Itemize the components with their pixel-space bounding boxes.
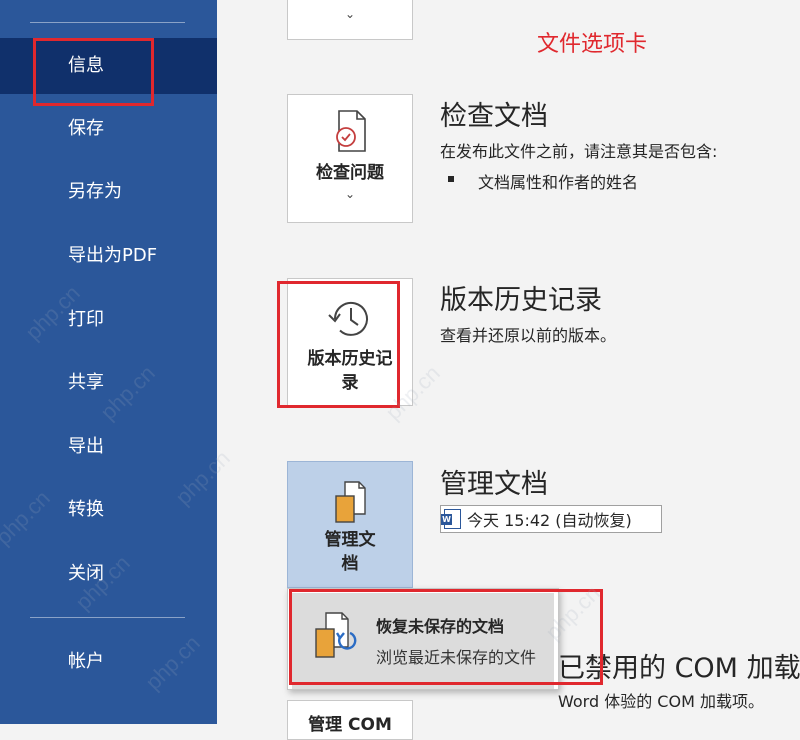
manage-com-button[interactable]: 管理 COM <box>287 700 413 740</box>
sidebar-item-info[interactable]: 信息 <box>0 38 217 94</box>
sidebar-item-label: 转换 <box>68 499 104 520</box>
manage-document-title: 管理文档 <box>440 469 548 500</box>
check-issues-label: 检查问题 <box>316 163 384 183</box>
version-history-desc: 查看并还原以前的版本。 <box>440 326 617 345</box>
check-issues-button[interactable]: 检查问题 ⌄ <box>287 94 413 223</box>
version-history-title: 版本历史记录 <box>440 285 602 316</box>
sidebar-divider <box>30 22 185 23</box>
recover-document-icon <box>315 612 357 658</box>
bullet-icon <box>448 176 454 182</box>
sidebar-item-save[interactable]: 保存 <box>0 101 217 157</box>
sidebar-item-label: 信息 <box>68 55 104 76</box>
annotation-file-tab: 文件选项卡 <box>537 32 648 57</box>
chevron-down-icon: ⌄ <box>344 187 356 201</box>
autosave-version-text: 今天 15:42 (自动恢复) <box>467 511 632 530</box>
version-history-label-line1: 版本历史记 <box>307 349 393 369</box>
version-history-label-line2: 录 <box>341 373 359 393</box>
inspect-document-desc: 在发布此文件之前，请注意其是否包含: <box>440 142 718 161</box>
inspect-bullet-item: 文档属性和作者的姓名 <box>478 173 639 192</box>
sidebar-item-label: 另存为 <box>68 181 122 202</box>
sidebar-item-label: 打印 <box>68 309 104 330</box>
sidebar-item-share[interactable]: 共享 <box>0 355 217 411</box>
manage-document-label-line2: 档 <box>341 554 359 574</box>
sidebar-item-export[interactable]: 导出 <box>0 419 217 475</box>
autosave-version-entry[interactable]: W 今天 15:42 (自动恢复) <box>440 505 662 533</box>
manage-com-label: 管理 COM <box>308 715 392 735</box>
sidebar-item-print[interactable]: 打印 <box>0 292 217 348</box>
inspect-document-title: 检查文档 <box>440 101 548 132</box>
sidebar-item-close[interactable]: 关闭 <box>0 546 217 602</box>
word-doc-icon: W <box>441 509 461 529</box>
inspect-document-icon <box>336 110 366 152</box>
sidebar-divider <box>30 617 185 618</box>
sidebar-item-transform[interactable]: 转换 <box>0 482 217 538</box>
history-clock-icon <box>328 301 368 336</box>
file-menu-sidebar: 信息 保存 另存为 导出为PDF 打印 共享 导出 转换 关闭 帐户 <box>0 0 217 724</box>
manage-document-dropdown: 恢复未保存的文档 浏览最近未保存的文件 <box>287 588 559 690</box>
sidebar-item-label: 共享 <box>68 372 104 393</box>
sidebar-item-label: 导出为PDF <box>68 245 158 266</box>
recover-unsaved-documents-item[interactable]: 恢复未保存的文档 浏览最近未保存的文件 <box>292 593 554 689</box>
sidebar-item-export-pdf[interactable]: 导出为PDF <box>0 228 217 284</box>
manage-document-button[interactable]: 管理文 档 <box>287 461 413 588</box>
manage-document-label-line1: 管理文 <box>324 530 376 550</box>
recover-unsaved-title: 恢复未保存的文档 <box>376 617 505 636</box>
sidebar-item-label: 关闭 <box>68 563 104 584</box>
sidebar-item-label: 导出 <box>68 436 104 457</box>
com-addins-title: 已禁用的 COM 加载 <box>558 653 800 684</box>
recover-unsaved-desc: 浏览最近未保存的文件 <box>376 648 537 667</box>
manage-document-icon <box>335 481 366 523</box>
protect-document-tile[interactable]: ⌄ <box>287 0 413 40</box>
version-history-button[interactable]: 版本历史记 录 <box>287 278 413 406</box>
sidebar-item-label: 保存 <box>68 118 104 139</box>
sidebar-item-account[interactable]: 帐户 <box>0 634 217 690</box>
chevron-down-icon: ⌄ <box>344 7 356 21</box>
sidebar-item-save-as[interactable]: 另存为 <box>0 164 217 220</box>
sidebar-item-label: 帐户 <box>68 651 104 672</box>
com-addins-desc: Word 体验的 COM 加载项。 <box>558 692 764 711</box>
